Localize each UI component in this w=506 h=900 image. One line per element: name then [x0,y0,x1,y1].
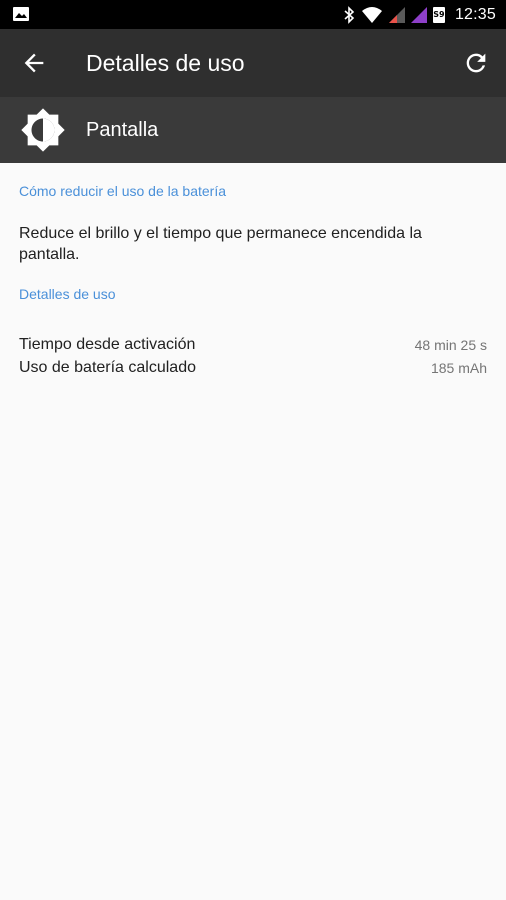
usage-row-label: Tiempo desde activación [19,336,196,353]
app-header: Pantalla [0,97,506,163]
status-time: 12:35 [454,5,496,23]
signal-icon [410,6,427,23]
arrow-back-icon[interactable] [20,49,48,77]
signal-icon [388,6,405,23]
tips-section-title: Cómo reducir el uso de la batería [19,183,226,199]
usage-row-value: 185 mAh [430,360,487,376]
sim-badge: S9 [432,6,445,23]
usage-row-label: Uso de batería calculado [19,359,196,376]
usage-row-battery: Uso de batería calculado 185 mAh [19,356,487,380]
bluetooth-icon [344,5,355,24]
refresh-icon[interactable] [462,49,490,77]
page-title: Detalles de uso [86,50,245,76]
status-bar: S9 12:35 [0,0,506,29]
wifi-icon [361,6,382,23]
brightness-icon [21,108,65,152]
app-toolbar: Detalles de uso [0,29,506,97]
image-icon [13,7,29,21]
usage-row-time: Tiempo desde activación 48 min 25 s [19,333,487,357]
tips-description: Reduce el brillo y el tiempo que permane… [19,225,422,263]
usage-section-title: Detalles de uso [19,286,116,302]
usage-row-value: 48 min 25 s [414,337,487,353]
app-name: Pantalla [86,119,159,141]
